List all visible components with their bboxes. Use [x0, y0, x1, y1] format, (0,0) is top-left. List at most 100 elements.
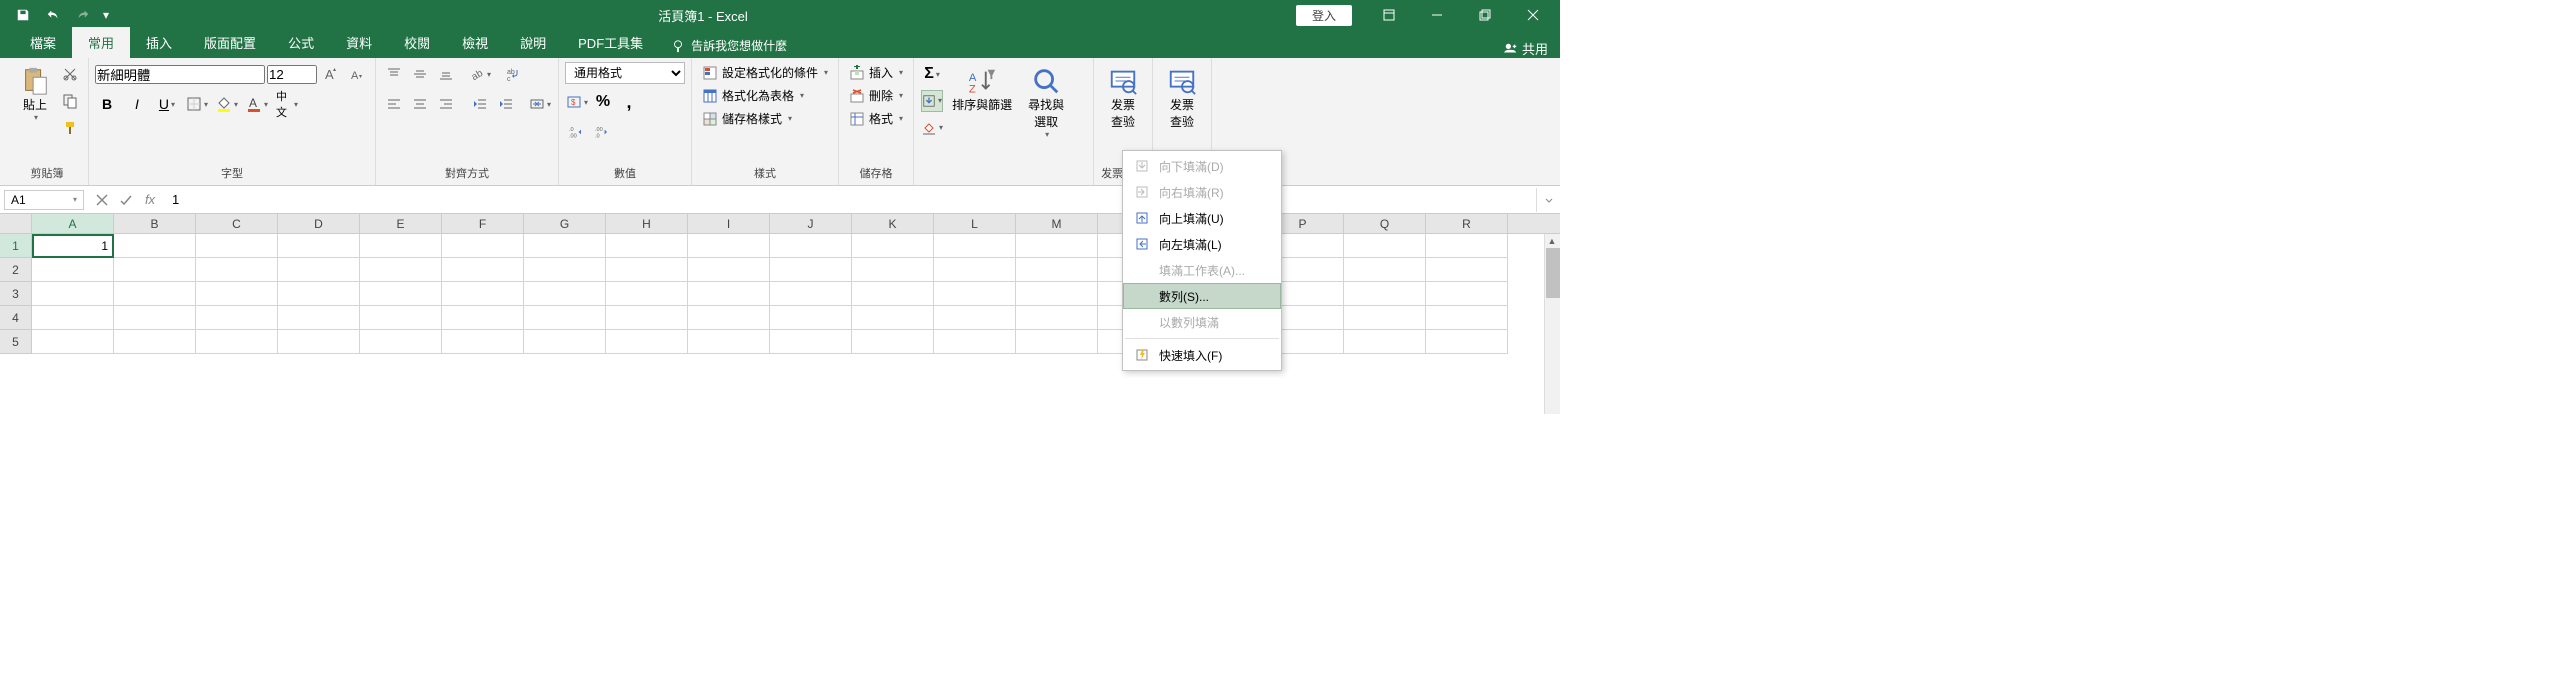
- tab-formulas[interactable]: 公式: [272, 27, 330, 58]
- cell[interactable]: [1016, 330, 1098, 354]
- phonetic-icon[interactable]: 中文▾: [276, 93, 298, 115]
- cell[interactable]: [32, 282, 114, 306]
- cell[interactable]: [770, 330, 852, 354]
- col-header-A[interactable]: A: [32, 214, 114, 233]
- cell[interactable]: [32, 330, 114, 354]
- italic-icon[interactable]: I: [126, 93, 148, 115]
- underline-icon[interactable]: U▾: [156, 93, 178, 115]
- row-header-2[interactable]: 2: [0, 258, 32, 282]
- fill-color-icon[interactable]: ▾: [216, 93, 238, 115]
- col-header-K[interactable]: K: [852, 214, 934, 233]
- align-right-icon[interactable]: [435, 93, 457, 115]
- enter-formula-icon[interactable]: [114, 188, 138, 212]
- cell[interactable]: [770, 306, 852, 330]
- cell[interactable]: [1344, 306, 1426, 330]
- cell[interactable]: [196, 306, 278, 330]
- tell-me-input[interactable]: 告訴我您想做什麼: [659, 33, 799, 58]
- cell[interactable]: [770, 282, 852, 306]
- tab-file[interactable]: 檔案: [14, 27, 72, 58]
- cell[interactable]: [196, 258, 278, 282]
- cell[interactable]: [442, 258, 524, 282]
- cell[interactable]: [770, 234, 852, 258]
- col-header-F[interactable]: F: [442, 214, 524, 233]
- col-header-L[interactable]: L: [934, 214, 1016, 233]
- increase-decimal-icon[interactable]: .0.00: [566, 121, 588, 143]
- cell[interactable]: [360, 282, 442, 306]
- name-box-dropdown-icon[interactable]: ▾: [73, 195, 77, 204]
- comma-icon[interactable]: ,: [618, 91, 640, 113]
- cell[interactable]: [442, 282, 524, 306]
- accounting-format-icon[interactable]: $▾: [566, 91, 588, 113]
- cell-styles-button[interactable]: 儲存格樣式▾: [698, 108, 796, 129]
- align-top-icon[interactable]: [383, 63, 405, 85]
- expand-formula-bar-icon[interactable]: [1536, 188, 1560, 212]
- cell[interactable]: [606, 282, 688, 306]
- cut-icon[interactable]: [59, 63, 81, 85]
- menu-flash-fill[interactable]: 快速填入(F): [1123, 342, 1281, 368]
- cell[interactable]: [688, 306, 770, 330]
- cell[interactable]: [114, 306, 196, 330]
- cell[interactable]: [606, 330, 688, 354]
- col-header-B[interactable]: B: [114, 214, 196, 233]
- font-name-combo[interactable]: [95, 65, 265, 84]
- cell[interactable]: [852, 282, 934, 306]
- cell[interactable]: [934, 282, 1016, 306]
- wrap-text-icon[interactable]: abc: [503, 63, 525, 85]
- cell[interactable]: [114, 282, 196, 306]
- share-button[interactable]: 共用: [1504, 39, 1548, 58]
- minimize-icon[interactable]: [1414, 0, 1460, 30]
- fx-icon[interactable]: fx: [138, 188, 162, 212]
- cell[interactable]: [114, 234, 196, 258]
- col-header-I[interactable]: I: [688, 214, 770, 233]
- align-left-icon[interactable]: [383, 93, 405, 115]
- menu-fill-left[interactable]: 向左填滿(L): [1123, 231, 1281, 257]
- orientation-icon[interactable]: ab▾: [469, 63, 491, 85]
- cell[interactable]: [278, 258, 360, 282]
- tab-pdf[interactable]: PDF工具集: [562, 27, 659, 58]
- col-header-M[interactable]: M: [1016, 214, 1098, 233]
- delete-cells-button[interactable]: 刪除▾: [845, 85, 907, 106]
- font-size-combo[interactable]: [267, 65, 317, 84]
- col-header-R[interactable]: R: [1426, 214, 1508, 233]
- row-header-1[interactable]: 1: [0, 234, 32, 258]
- borders-icon[interactable]: ▾: [186, 93, 208, 115]
- col-header-G[interactable]: G: [524, 214, 606, 233]
- cell[interactable]: [524, 282, 606, 306]
- cell[interactable]: [32, 258, 114, 282]
- scroll-thumb[interactable]: [1546, 248, 1560, 298]
- tab-home[interactable]: 常用: [72, 27, 130, 58]
- decrease-decimal-icon[interactable]: .00.0: [592, 121, 614, 143]
- cell[interactable]: [278, 282, 360, 306]
- cell[interactable]: [688, 258, 770, 282]
- menu-fill-series[interactable]: 數列(S)...: [1123, 283, 1281, 309]
- insert-cells-button[interactable]: 插入▾: [845, 62, 907, 83]
- tab-review[interactable]: 校閱: [388, 27, 446, 58]
- fill-dropdown-button[interactable]: ▾: [921, 90, 943, 112]
- tab-data[interactable]: 資料: [330, 27, 388, 58]
- cell[interactable]: [770, 258, 852, 282]
- cell[interactable]: [278, 234, 360, 258]
- format-cells-button[interactable]: 格式▾: [845, 108, 907, 129]
- merge-center-icon[interactable]: ▾: [529, 93, 551, 115]
- decrease-indent-icon[interactable]: [469, 93, 491, 115]
- cell[interactable]: [852, 330, 934, 354]
- cell[interactable]: [1344, 258, 1426, 282]
- cell[interactable]: [442, 306, 524, 330]
- cell[interactable]: [1016, 306, 1098, 330]
- cell[interactable]: [1426, 234, 1508, 258]
- tab-insert[interactable]: 插入: [130, 27, 188, 58]
- find-select-button[interactable]: 尋找與 選取▾: [1020, 62, 1072, 143]
- cell[interactable]: [606, 258, 688, 282]
- cell[interactable]: [1344, 234, 1426, 258]
- cell[interactable]: [524, 306, 606, 330]
- cell[interactable]: [32, 306, 114, 330]
- ribbon-display-options-icon[interactable]: [1366, 0, 1412, 30]
- increase-font-icon[interactable]: A▴: [320, 63, 342, 85]
- percent-icon[interactable]: %: [592, 91, 614, 113]
- maximize-icon[interactable]: [1462, 0, 1508, 30]
- align-bottom-icon[interactable]: [435, 63, 457, 85]
- format-painter-icon[interactable]: [59, 117, 81, 139]
- cell[interactable]: [1016, 282, 1098, 306]
- cell[interactable]: [1016, 258, 1098, 282]
- cell[interactable]: [688, 330, 770, 354]
